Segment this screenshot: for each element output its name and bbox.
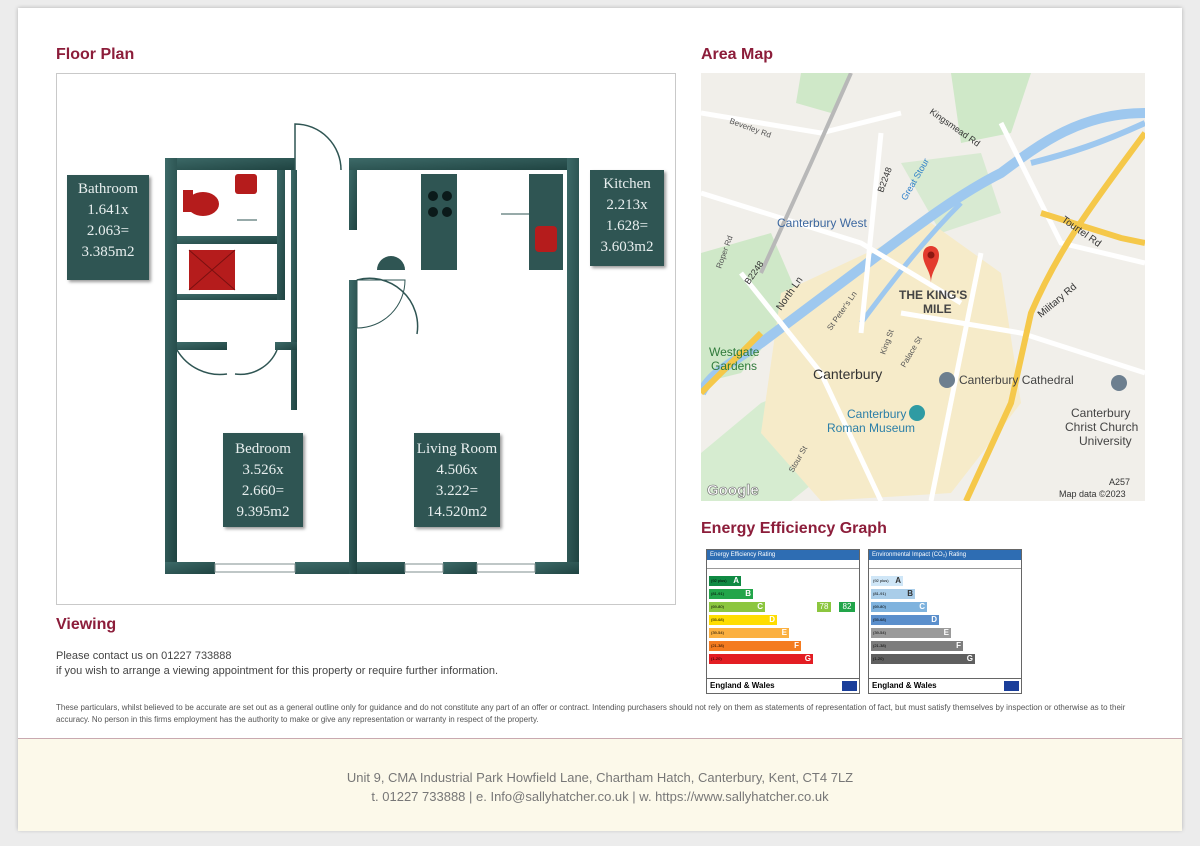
eer-chart-title: Energy Efficiency Rating (707, 550, 859, 560)
eer-band: (92 plus) A (709, 576, 741, 586)
university-icon (1111, 375, 1127, 391)
eer-band: (81-91) B (709, 589, 753, 599)
google-logo: Google (707, 482, 759, 499)
eer-band: (1-20) G (709, 654, 813, 664)
footer-address: Unit 9, CMA Industrial Park Howfield Lan… (346, 770, 854, 785)
svg-text:A257: A257 (1109, 477, 1130, 487)
viewing-title: Viewing (56, 616, 117, 633)
svg-text:Westgate: Westgate (709, 345, 760, 359)
svg-text:Map data ©2023: Map data ©2023 (1059, 489, 1126, 499)
oven-unit (421, 174, 457, 270)
eer-footer: England & Wales (707, 678, 859, 693)
room-label-living-room: Living Room 4.506x 3.222= 14.520m2 (414, 433, 500, 527)
viewing-text: Please contact us on 01227 733888 if you… (56, 649, 498, 679)
footer-contact[interactable]: t. 01227 733888 | e. Info@sallyhatcher.c… (18, 789, 1182, 804)
fridge (377, 256, 405, 270)
room-label-bathroom: Bathroom 1.641x 2.063= 3.385m2 (67, 175, 149, 280)
svg-text:Gardens: Gardens (711, 359, 757, 373)
room-label-kitchen: Kitchen 2.213x 1.628= 3.603m2 (590, 170, 664, 266)
eer-current: 78 (817, 602, 831, 612)
svg-text:Canterbury West: Canterbury West (777, 216, 867, 230)
area-map[interactable]: Beverley Rd Kingsmead Rd B2248 Great Sto… (701, 73, 1145, 501)
svg-text:Canterbury: Canterbury (847, 407, 906, 421)
kitchen-counter (529, 174, 563, 270)
floor-plan-drawing (165, 123, 579, 574)
svg-text:Canterbury: Canterbury (1071, 406, 1130, 420)
area-map-title: Area Map (701, 46, 774, 63)
bathroom-sink (235, 174, 257, 194)
room-label-bedroom: Bedroom 3.526x 2.660= 9.395m2 (223, 433, 303, 527)
ei-chart: Environmental Impact (CO₂) Rating (92 pl… (868, 549, 1022, 694)
ei-band: (92 plus) A (871, 576, 903, 586)
svg-text:Christ Church: Christ Church (1065, 420, 1138, 434)
svg-text:Roman Museum: Roman Museum (827, 421, 915, 435)
svg-text:MILE: MILE (923, 302, 952, 316)
viewing-line-2: if you wish to arrange a viewing appoint… (56, 665, 499, 677)
eer-band: (21-38) F (709, 641, 801, 651)
viewing-line-1: Please contact us on 01227 733888 (56, 650, 232, 662)
eer-band: (55-68) D (709, 615, 777, 625)
eu-flag-icon (842, 681, 857, 691)
eer-chart: Energy Efficiency Rating (92 plus) A (81-… (706, 549, 860, 694)
floor-plan-frame: Bathroom 1.641x 2.063= 3.385m2 Kitchen 2… (56, 73, 676, 605)
svg-text:University: University (1079, 434, 1132, 448)
ei-band: (21-38) F (871, 641, 963, 651)
ei-band: (55-68) D (871, 615, 939, 625)
kitchen-sink (535, 226, 557, 252)
cathedral-icon (939, 372, 955, 388)
ei-band: (39-54) E (871, 628, 951, 638)
property-brochure-page: Floor Plan Bathroom 1.641x 2.063= 3.385m… (18, 8, 1182, 831)
ei-band: (69-80) C (871, 602, 927, 612)
ei-chart-title: Environmental Impact (CO₂) Rating (869, 550, 1021, 560)
ei-band: (1-20) G (871, 654, 975, 664)
eer-band: (39-54) E (709, 628, 789, 638)
svg-text:Canterbury Cathedral: Canterbury Cathedral (959, 373, 1074, 387)
floor-plan-title: Floor Plan (56, 46, 135, 63)
footer: Unit 9, CMA Industrial Park Howfield Lan… (18, 738, 1182, 831)
disclaimer: These particulars, whilst believed to be… (56, 703, 1126, 724)
eer-potential: 82 (839, 602, 855, 612)
svg-text:Canterbury: Canterbury (813, 366, 882, 382)
eu-flag-icon (1004, 681, 1019, 691)
museum-icon (909, 405, 925, 421)
svg-text:THE KING'S: THE KING'S (899, 288, 967, 302)
energy-title: Energy Efficiency Graph (701, 520, 887, 537)
ei-footer: England & Wales (869, 678, 1021, 693)
eer-band: (69-80) C (709, 602, 765, 612)
ei-band: (81-91) B (871, 589, 915, 599)
map-graphic: Beverley Rd Kingsmead Rd B2248 Great Sto… (701, 73, 1145, 501)
